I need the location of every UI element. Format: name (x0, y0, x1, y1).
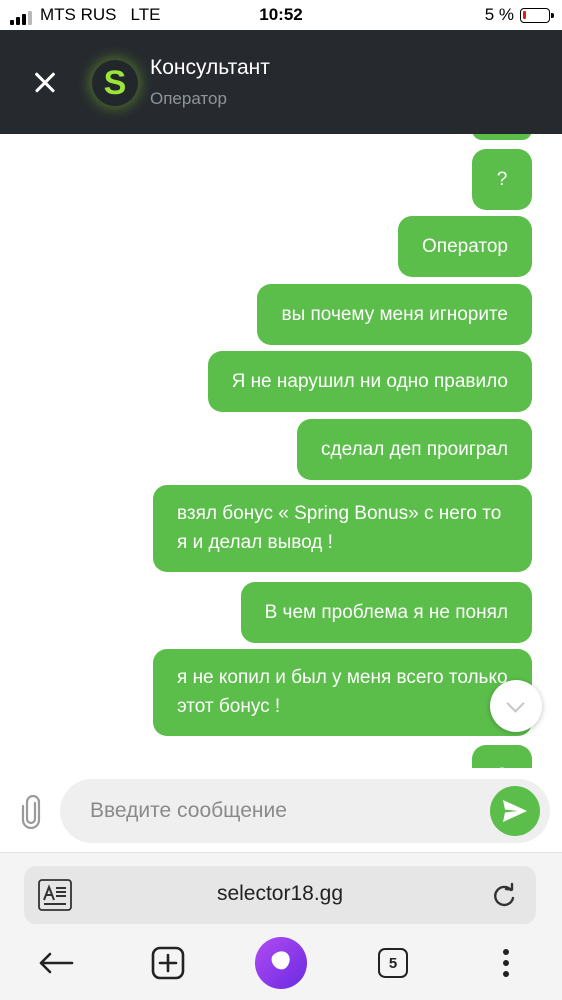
message-list[interactable]: ? Оператор вы почему меня игнорите Я не … (0, 134, 562, 768)
message-text: Оператор (422, 236, 508, 257)
message-text: сделал деп проиграл (321, 439, 508, 460)
message-text: вы почему меня игнорите (281, 304, 508, 325)
scroll-down-button[interactable] (490, 680, 542, 732)
message-bubble: Я не нарушил ни одно правило (207, 351, 532, 412)
message-text: ? (497, 765, 508, 768)
message-composer (60, 779, 550, 843)
message-input[interactable] (90, 779, 480, 843)
chat-subtitle: Оператор (150, 89, 227, 108)
close-icon[interactable] (27, 64, 63, 100)
message-bubble: сделал деп проиграл (297, 419, 532, 480)
message-bubble-partial (472, 134, 532, 140)
tabs-button[interactable]: 5 (371, 941, 415, 985)
message-bubble: В чем проблема я не понял (240, 582, 532, 643)
send-icon (503, 800, 527, 822)
message-bubble: ? (472, 149, 532, 210)
alice-assistant-icon[interactable] (255, 937, 307, 989)
message-bubble: вы почему меня игнорите (257, 284, 532, 345)
status-bar: MTS RUS LTE 10:52 5 % (0, 0, 562, 30)
clock: 10:52 (259, 5, 303, 24)
message-bubble: взял бонус « Spring Bonus» с него то я и… (153, 485, 532, 572)
send-button[interactable] (490, 786, 540, 836)
screen: MTS RUS LTE 10:52 5 % S Консультант Опер… (0, 0, 562, 1000)
paperclip-icon[interactable] (18, 794, 46, 830)
battery-icon (520, 7, 554, 23)
chat-title: Консультант (150, 56, 270, 79)
battery-percent: 5 % (484, 5, 514, 24)
status-right: 5 % (484, 5, 554, 25)
message-text: Я не нарушил ни одно правило (231, 371, 508, 392)
tabs-count: 5 (378, 948, 408, 978)
message-text: В чем проблема я не понял (264, 602, 508, 623)
new-tab-icon[interactable] (146, 941, 190, 985)
avatar: S (92, 60, 138, 106)
address-bar[interactable]: selector18.gg (24, 866, 536, 924)
message-text: я не копил и был у меня всего только это… (177, 667, 508, 717)
message-bubble: ? (472, 745, 532, 768)
more-vertical-icon[interactable] (484, 941, 528, 985)
back-arrow-icon[interactable] (34, 941, 78, 985)
browser-nav-bar: 5 (0, 935, 562, 995)
chat-header: S Консультант Оператор (0, 30, 562, 134)
message-text: ? (496, 169, 508, 190)
browser-toolbar: selector18.gg 5 (0, 852, 562, 1000)
message-text: взял бонус « Spring Bonus» с него то я и… (177, 503, 502, 553)
url-text: selector18.gg (216, 882, 344, 905)
message-bubble: я не копил и был у меня всего только это… (153, 649, 532, 736)
message-bubble: Оператор (398, 216, 532, 277)
reload-icon[interactable] (490, 881, 518, 909)
